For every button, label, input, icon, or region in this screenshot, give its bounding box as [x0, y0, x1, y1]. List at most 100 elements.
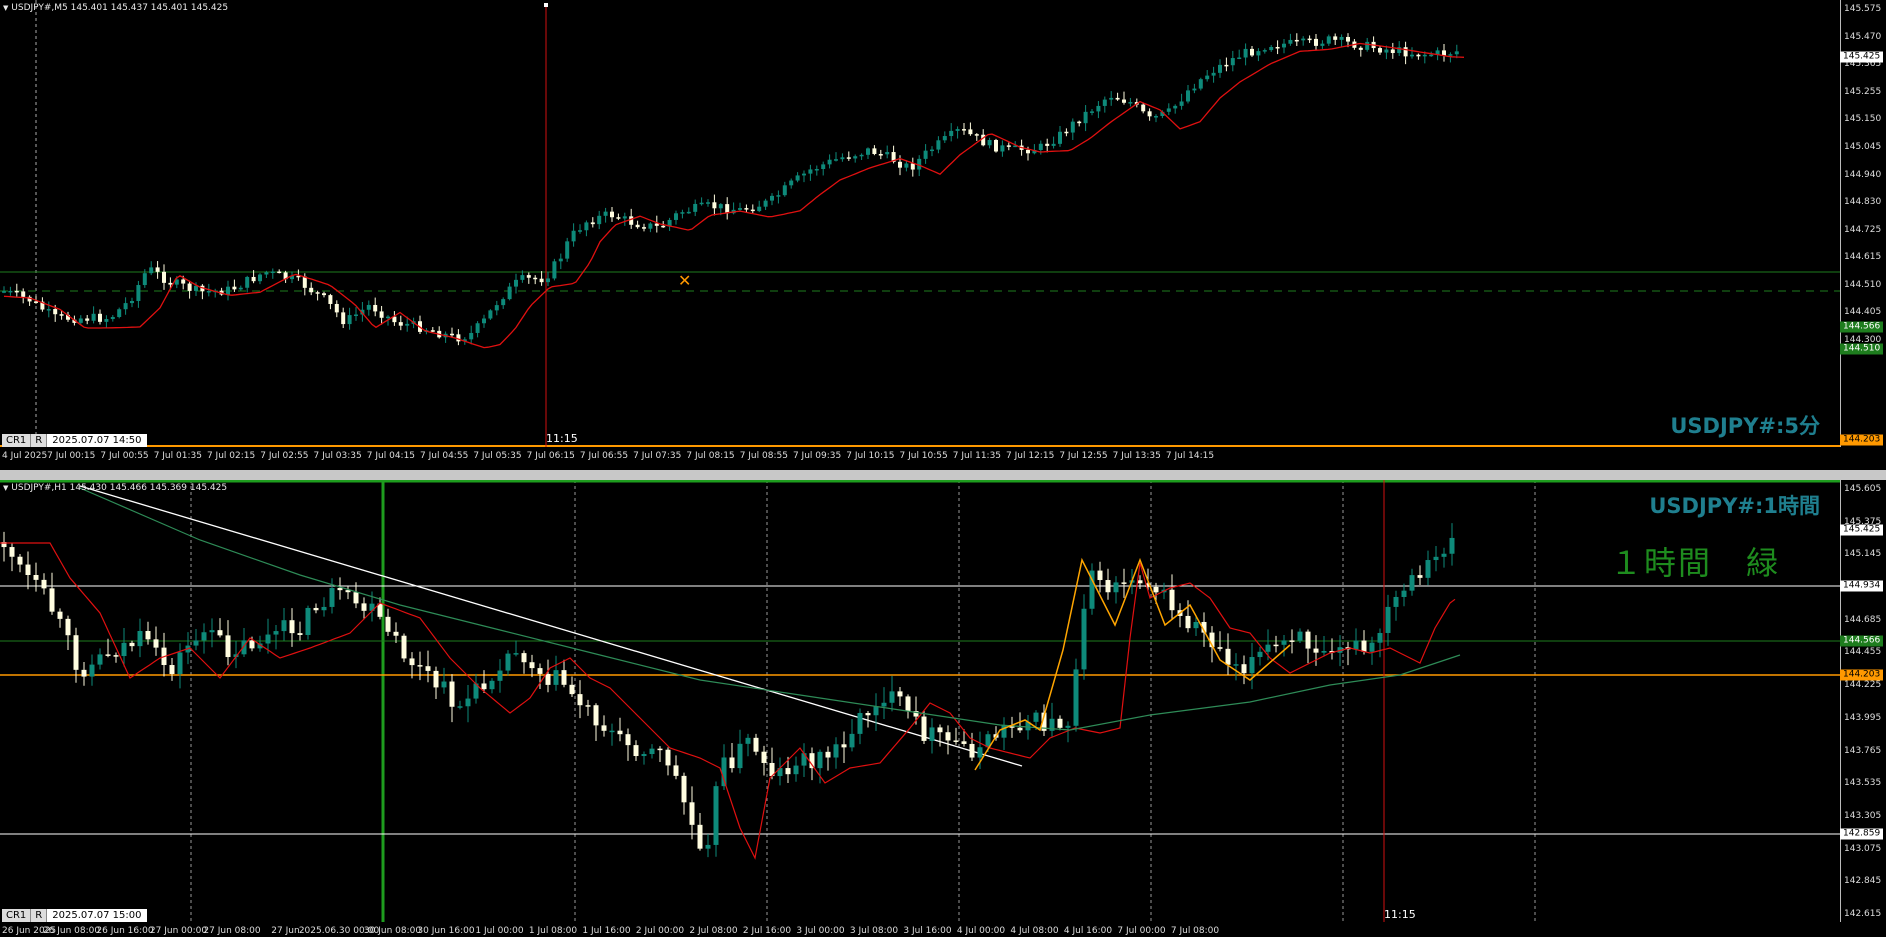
cr1-button[interactable]: CR1	[2, 434, 32, 447]
crosshair-box[interactable]: CR1 R 2025.07.07 15:00	[2, 909, 148, 922]
candlestick-chart-h1[interactable]	[0, 480, 1840, 922]
candle-body	[46, 309, 51, 311]
candle-body	[520, 275, 525, 280]
candle-body	[1017, 727, 1023, 731]
candle-body	[1205, 75, 1210, 80]
candle-body	[697, 824, 703, 849]
price-tag-green: 144.566	[1840, 635, 1884, 647]
candle-body	[545, 673, 551, 685]
note-label: １時間 緑	[1609, 544, 1780, 582]
plot-area-h1[interactable]: ▼ USDJPY#,H1 145.430 145.466 145.369 145…	[0, 480, 1841, 922]
candle-body	[834, 159, 838, 161]
candle-body	[1096, 105, 1101, 112]
candle-body	[603, 211, 608, 216]
time-tick-label: 7 Jul 14:15	[1165, 451, 1215, 461]
candle-body	[1353, 640, 1359, 650]
candle-body	[245, 276, 250, 288]
candle-body	[649, 748, 655, 755]
candle-body	[393, 631, 399, 636]
candle-body	[354, 314, 358, 317]
candle-body	[674, 213, 678, 220]
timeframe-label: USDJPY#:5分	[1670, 414, 1820, 438]
candle-body	[817, 751, 823, 769]
candle-body	[249, 640, 255, 649]
candle-body	[529, 662, 535, 669]
price-tick-label: 144.455	[1844, 647, 1882, 658]
candle-body	[553, 670, 559, 685]
candle-body	[457, 706, 463, 708]
candle-body	[1307, 38, 1312, 41]
candle-body	[1243, 48, 1248, 58]
candle-body	[1218, 64, 1222, 73]
candle-body	[1339, 36, 1344, 40]
r-button[interactable]: R	[31, 909, 48, 922]
candle-body	[1265, 644, 1271, 652]
candle-body	[193, 640, 199, 646]
candle-body	[1433, 556, 1439, 561]
candle-body	[590, 222, 595, 225]
collapse-triangle-icon[interactable]: ▼	[3, 4, 8, 12]
price-axis-m5[interactable]: 145.575 145.470 145.365 145.255 145.150 145.0…	[1840, 0, 1886, 447]
price-tick-label: 144.940	[1844, 169, 1882, 180]
candle-body	[281, 620, 287, 632]
time-axis-h1[interactable]: 26 Jun 2025 26 Jun 08:00 26 Jun 16:00 27 Ju…	[0, 922, 1840, 937]
candle-body	[878, 154, 883, 156]
candle-body	[1153, 586, 1159, 593]
candle-body	[1090, 111, 1094, 113]
candle-body	[1314, 38, 1318, 46]
pane-separator[interactable]	[0, 470, 1886, 480]
plot-area-m5[interactable]: ✕ ▼ USDJPY#,M5 145.401 145.437 145.401 1…	[0, 0, 1841, 447]
candle-body	[814, 168, 819, 171]
candle-body	[610, 211, 614, 218]
time-tick-label: 7 Jul 08:55	[739, 451, 788, 461]
candle-body	[889, 691, 895, 703]
candle-body	[209, 630, 215, 633]
chart-pane-m5[interactable]: ✕ ▼ USDJPY#,M5 145.401 145.437 145.401 1…	[0, 0, 1886, 470]
ohlc-readout: USDJPY#,H1 145.430 145.466 145.369 145.4…	[11, 483, 228, 493]
candle-body	[149, 267, 154, 274]
moving-average-red	[0, 542, 1456, 860]
r-button[interactable]: R	[31, 434, 48, 447]
candle-body	[955, 129, 960, 131]
candle-body	[601, 725, 607, 731]
price-tick-label: 144.405	[1844, 307, 1882, 318]
candle-body	[337, 588, 343, 591]
cr1-button[interactable]: CR1	[2, 909, 32, 922]
candle-body	[1166, 108, 1171, 112]
candle-body	[277, 271, 282, 274]
candle-body	[616, 217, 621, 219]
candle-body	[379, 311, 384, 318]
time-tick-label: 7 Jul 10:55	[899, 451, 948, 461]
collapse-triangle-icon[interactable]: ▼	[3, 484, 8, 492]
candle-body	[361, 603, 367, 611]
candle-body	[1282, 43, 1286, 48]
time-tick-label: 3 Jul 16:00	[903, 926, 952, 936]
candle-body	[635, 224, 640, 228]
candle-body	[593, 705, 599, 726]
candle-body	[1230, 58, 1235, 66]
candle-body	[449, 681, 455, 707]
candle-body	[974, 134, 979, 136]
price-tick-label: 143.995	[1844, 712, 1882, 723]
candle-body	[353, 592, 359, 604]
price-tick-label: 143.075	[1844, 843, 1882, 854]
candlestick-chart-m5[interactable]: ✕	[0, 0, 1840, 447]
price-tick-label: 143.305	[1844, 810, 1882, 821]
candle-body	[569, 684, 575, 695]
candle-body	[1241, 664, 1247, 674]
candle-body	[923, 150, 928, 159]
price-tag-dashed: 144.510	[1840, 343, 1884, 355]
price-axis-h1[interactable]: 145.605145.375145.145144.915144.685144.4…	[1840, 480, 1886, 922]
time-tick-label: 1 Jul 00:00	[475, 926, 524, 936]
candle-body	[489, 680, 495, 690]
crosshair-box[interactable]: CR1 R 2025.07.07 14:50	[2, 434, 148, 447]
candle-body	[910, 163, 915, 170]
chart-pane-h1[interactable]: ▼ USDJPY#,H1 145.430 145.466 145.369 145…	[0, 480, 1886, 937]
ohlc-readout: USDJPY#,M5 145.401 145.437 145.401 145.4…	[11, 3, 229, 13]
candle-body	[78, 318, 83, 323]
candle-body	[776, 195, 781, 197]
cursor-time-label: 11:15	[546, 432, 578, 445]
candle-body	[104, 319, 109, 322]
price-tag-green: 144.566	[1840, 321, 1884, 333]
time-axis-m5[interactable]: 4 Jul 2025 7 Jul 00:15 7 Jul 00:55 7 Jul 01…	[0, 447, 1840, 467]
